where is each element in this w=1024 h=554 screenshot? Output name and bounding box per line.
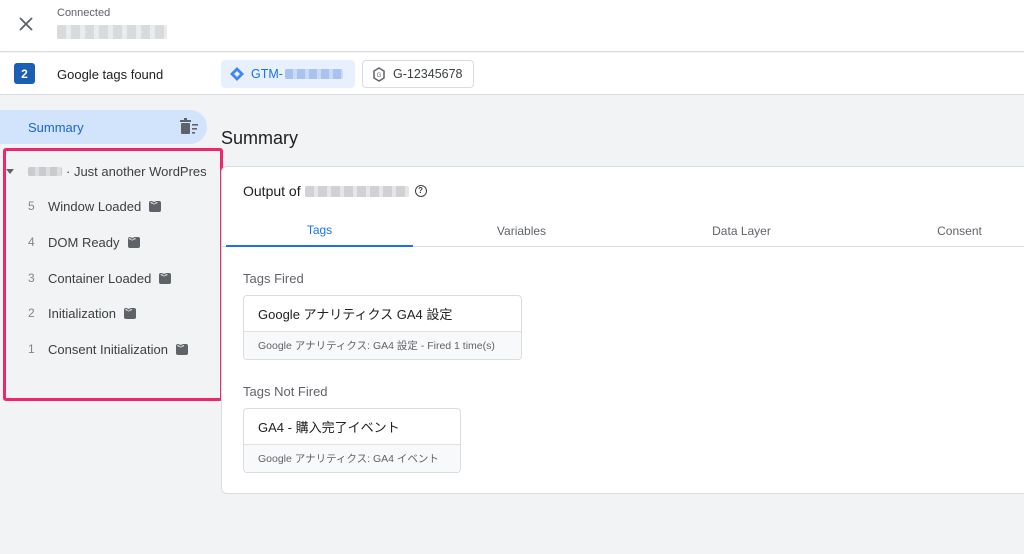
event-number: 5 [28, 199, 35, 213]
event-item-window-loaded[interactable]: 5 Window Loaded [0, 192, 220, 220]
event-name: Window Loaded [48, 198, 142, 214]
tab-tags[interactable]: Tags [226, 215, 413, 247]
event-number: 3 [28, 271, 35, 285]
page-load-item[interactable]: · Just another WordPres [0, 157, 220, 185]
event-name: Consent Initialization [48, 341, 168, 357]
not-fired-tag-card[interactable]: GA4 - 購入完了イベント Google アナリティクス: GA4 イベント [243, 408, 461, 473]
code-icon [127, 235, 140, 248]
tags-found-bar: 2 Google tags found GTM- G G-12345678 [0, 53, 1024, 95]
tag-name: GA4 - 購入完了イベント [244, 409, 460, 445]
connection-status: Connected [57, 7, 111, 19]
event-sidebar: Summary · Just another WordPres 5 Window… [0, 95, 220, 554]
output-target-redacted [304, 185, 409, 197]
gtm-chip-label: GTM- [251, 67, 283, 81]
output-heading: Output of ? [243, 183, 427, 199]
page-title-summary: Summary [221, 128, 299, 148]
connected-url-redacted [57, 25, 167, 39]
event-name: Initialization [48, 305, 116, 321]
tags-fired-heading: Tags Fired [243, 271, 304, 286]
tags-found-label: Google tags found [57, 67, 164, 82]
ga4-chip-label: G-12345678 [393, 67, 463, 81]
close-icon [19, 17, 33, 31]
event-item-dom-ready[interactable]: 4 DOM Ready [0, 228, 220, 256]
event-number: 4 [28, 235, 35, 249]
page-title: · Just another WordPres [66, 163, 207, 179]
fired-tag-card[interactable]: Google アナリティクス GA4 設定 Google アナリティクス: GA… [243, 295, 522, 360]
tag-detail: Google アナリティクス: GA4 設定 - Fired 1 time(s) [244, 332, 521, 359]
tab-consent[interactable]: Consent [866, 215, 1024, 247]
event-number: 2 [28, 306, 35, 320]
code-icon [159, 271, 172, 284]
top-bar: Connected [0, 0, 1024, 52]
output-card: Output of ? Tags Variables Data Layer Co… [221, 166, 1024, 494]
sidebar-item-summary[interactable]: Summary [0, 110, 207, 144]
event-item-container-loaded[interactable]: 3 Container Loaded [0, 264, 220, 292]
gtm-id-redacted [284, 69, 343, 79]
code-icon [149, 199, 162, 212]
event-item-consent-initialization[interactable]: 1 Consent Initialization [0, 335, 220, 363]
tag-name: Google アナリティクス GA4 設定 [244, 296, 521, 332]
google-tag-icon: G [373, 66, 385, 82]
event-number: 1 [28, 342, 35, 356]
tab-data-layer[interactable]: Data Layer [648, 215, 835, 247]
summary-label: Summary [28, 119, 84, 135]
site-name-redacted [28, 166, 62, 176]
close-button[interactable] [12, 10, 40, 38]
output-tabs: Tags Variables Data Layer Consent [222, 215, 1024, 247]
tab-variables[interactable]: Variables [428, 215, 615, 247]
code-icon [175, 342, 188, 355]
gtm-container-chip[interactable]: GTM- [221, 60, 355, 88]
gtm-diamond-icon [230, 67, 244, 81]
clear-messages-icon[interactable] [179, 118, 199, 136]
tag-detail: Google アナリティクス: GA4 イベント [244, 445, 460, 472]
output-label: Output of [243, 183, 301, 199]
ga4-tag-chip[interactable]: G G-12345678 [362, 60, 474, 88]
event-name: Container Loaded [48, 270, 152, 286]
help-icon[interactable]: ? [414, 185, 427, 197]
svg-text:G: G [377, 73, 382, 79]
tag-count-badge: 2 [14, 63, 35, 84]
event-name: DOM Ready [48, 234, 120, 250]
tags-not-fired-heading: Tags Not Fired [243, 384, 328, 399]
caret-down-icon[interactable] [6, 168, 14, 174]
code-icon [123, 306, 136, 319]
event-item-initialization[interactable]: 2 Initialization [0, 299, 220, 327]
